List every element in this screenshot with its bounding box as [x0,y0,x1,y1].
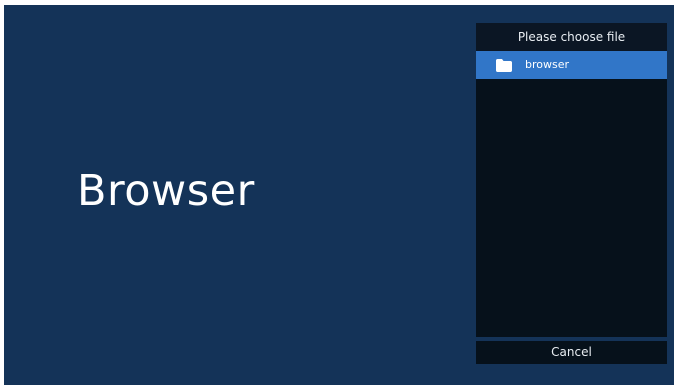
app-title: Browser [77,166,255,216]
file-chooser-dialog: Please choose file browser Cancel [476,23,667,364]
cancel-button[interactable]: Cancel [476,341,667,364]
folder-icon [496,59,512,72]
file-list: browser [476,51,667,337]
file-item-browser[interactable]: browser [476,51,667,79]
dialog-title: Please choose file [476,23,667,51]
file-item-label: browser [525,58,570,71]
screen: Browser Please choose file browser Cance… [4,5,674,385]
